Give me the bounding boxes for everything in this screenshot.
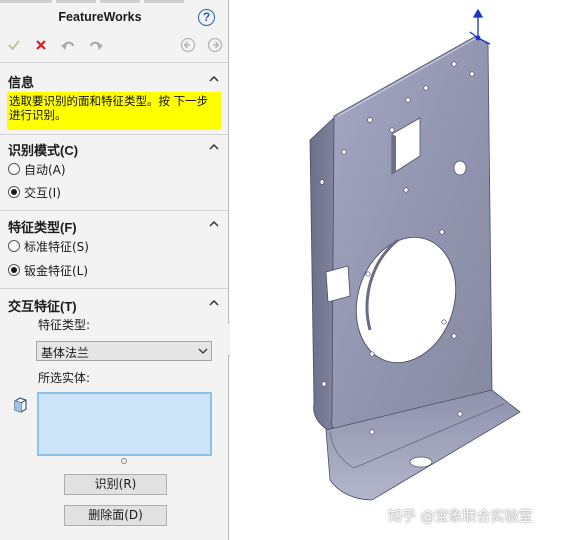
radio-button[interactable] bbox=[8, 186, 20, 198]
sheet-metal-feature-label: 钣金特征(L) bbox=[24, 263, 89, 278]
sheet-metal-feature-radio[interactable]: 钣金特征(L) bbox=[8, 261, 88, 279]
side-slot bbox=[325, 265, 351, 303]
radio-button[interactable] bbox=[8, 163, 20, 175]
help-icon[interactable]: ? bbox=[198, 9, 215, 26]
recognize-button[interactable]: 识别(R) bbox=[64, 474, 167, 495]
selected-entities-label: 所选实体: bbox=[38, 371, 91, 385]
standard-feature-label: 标准特征(S) bbox=[24, 239, 89, 254]
radio-button[interactable] bbox=[8, 264, 20, 276]
mode-interactive-label: 交互(I) bbox=[24, 185, 61, 200]
interactive-features-title: 交互特征(T) bbox=[8, 299, 77, 314]
panel-header: FeatureWorks ? bbox=[0, 6, 229, 30]
panel-toolbar bbox=[0, 34, 229, 56]
mode-interactive-radio[interactable]: 交互(I) bbox=[8, 183, 61, 201]
chevron-up-icon bbox=[209, 143, 219, 150]
feature-type-select[interactable]: 基体法兰 bbox=[36, 341, 212, 361]
divider bbox=[0, 62, 229, 63]
radio-button[interactable] bbox=[8, 240, 20, 252]
chevron-up-icon bbox=[209, 299, 219, 306]
graphics-viewport[interactable] bbox=[230, 0, 580, 540]
redo-icon bbox=[89, 41, 103, 50]
back-arrow-icon bbox=[180, 37, 196, 53]
watermark: 知乎 @宝象联合实验室 bbox=[388, 509, 533, 525]
feature-works-property-manager: FeatureWorks ? 信息 选取要识别的面和特征类型。按 下一步 进行识… bbox=[0, 0, 229, 540]
chevron-down-icon bbox=[198, 348, 208, 354]
feature-type-section-header[interactable]: 特征类型(F) bbox=[8, 216, 220, 236]
recognition-mode-section-header[interactable]: 识别模式(C) bbox=[8, 139, 220, 159]
cancel-button[interactable] bbox=[31, 34, 51, 56]
mode-auto-radio[interactable]: 自动(A) bbox=[8, 160, 66, 178]
feature-type-label: 特征类型: bbox=[38, 318, 91, 332]
feature-type-selected-value: 基体法兰 bbox=[41, 346, 90, 360]
divider bbox=[0, 210, 229, 211]
check-icon bbox=[8, 40, 20, 51]
ok-button[interactable] bbox=[4, 34, 24, 56]
info-message: 选取要识别的面和特征类型。按 下一步 进行识别。 bbox=[7, 92, 221, 130]
undo-icon bbox=[61, 41, 75, 50]
standard-feature-radio[interactable]: 标准特征(S) bbox=[8, 237, 89, 255]
undo-button[interactable] bbox=[58, 34, 78, 56]
interactive-features-section-header[interactable]: 交互特征(T) bbox=[8, 295, 220, 315]
next-arrow-icon bbox=[207, 37, 223, 53]
info-section-title: 信息 bbox=[8, 75, 35, 90]
solid-body-icon bbox=[14, 397, 27, 413]
back-button[interactable] bbox=[178, 34, 198, 56]
redo-button[interactable] bbox=[86, 34, 106, 56]
divider bbox=[0, 288, 229, 289]
selected-entities-list[interactable] bbox=[37, 392, 212, 456]
chevron-up-icon bbox=[209, 75, 219, 82]
divider bbox=[0, 134, 229, 135]
sheet-metal-part-view[interactable] bbox=[230, 0, 580, 540]
close-icon bbox=[36, 40, 46, 50]
info-section-header[interactable]: 信息 bbox=[8, 71, 220, 91]
recognition-mode-title: 识别模式(C) bbox=[8, 143, 79, 158]
mode-auto-label: 自动(A) bbox=[24, 162, 66, 177]
feature-type-title: 特征类型(F) bbox=[8, 220, 77, 235]
delete-faces-button[interactable]: 删除面(D) bbox=[64, 505, 167, 526]
panel-tab-strip bbox=[0, 0, 229, 3]
list-resize-handle[interactable] bbox=[121, 458, 127, 464]
panel-title: FeatureWorks bbox=[58, 10, 142, 24]
next-button[interactable] bbox=[205, 34, 225, 56]
chevron-up-icon bbox=[209, 220, 219, 227]
